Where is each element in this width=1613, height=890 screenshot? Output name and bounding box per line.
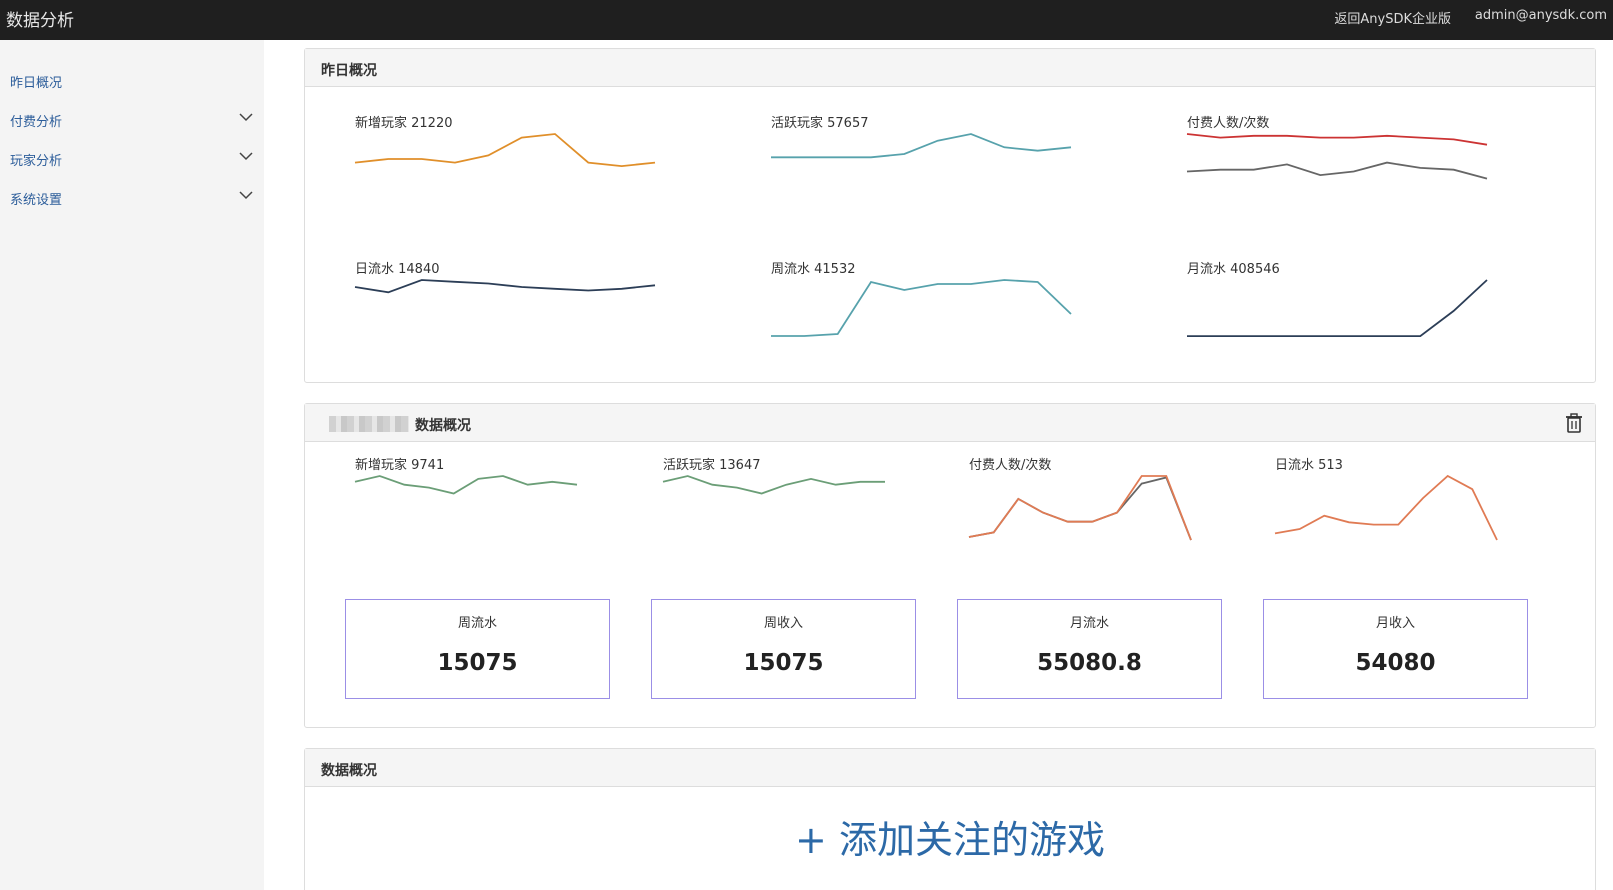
stat-label: 周收入 — [763, 616, 803, 631]
sparkline-series-line — [968, 476, 1192, 541]
sparkline-label: 周流水 41532 — [771, 262, 856, 277]
sparkline-chart — [1274, 474, 1498, 541]
sparkline-series-line — [354, 133, 656, 168]
stat-card-weekly-income: 周收入 15075 — [651, 599, 916, 699]
sparkline-chart — [1187, 279, 1488, 337]
sparkline-series-line — [1274, 474, 1498, 541]
trash-icon[interactable] — [1565, 413, 1583, 433]
panel-add-game: 数据概况 + 添加关注的游戏 — [304, 748, 1596, 890]
sparkline-label: 付费人数/次数 — [969, 458, 1052, 473]
stat-value: 15075 — [743, 650, 824, 676]
panel-title: 数据概况 — [321, 763, 377, 779]
sidebar-item-label: 付费分析 — [10, 115, 63, 130]
panel-header: 数据概况 — [305, 749, 1595, 787]
stat-card-monthly-flow: 月流水 55080.8 — [957, 599, 1222, 699]
sparkline-series-line — [771, 133, 1072, 159]
sparkline-series-line — [354, 475, 578, 495]
sidebar-item-label: 玩家分析 — [10, 154, 63, 169]
sidebar-item-players[interactable]: 玩家分析 — [10, 146, 254, 170]
stat-card-monthly-income: 月收入 54080 — [1263, 599, 1528, 699]
app-title: 数据分析 — [6, 11, 74, 31]
top-bar: 数据分析 返回AnySDK企业版 admin@anysdk.com — [0, 0, 1613, 40]
sparkline-chart — [662, 475, 885, 495]
sparkline-label: 新增玩家 21220 — [355, 116, 453, 131]
sidebar-item-payment[interactable]: 付费分析 — [10, 107, 254, 131]
sidebar-item-label: 系统设置 — [10, 193, 63, 208]
sidebar-item-label: 昨日概况 — [10, 76, 63, 91]
sparkline-chart — [354, 475, 578, 495]
panel-header: 昨日概况 — [305, 49, 1595, 87]
chevron-down-icon — [239, 191, 253, 200]
sparkline-series-line — [968, 475, 1192, 541]
sidebar: 昨日概况 付费分析 玩家分析 系统设置 — [0, 40, 264, 890]
sidebar-item-yesterday[interactable]: 昨日概况 — [10, 68, 254, 92]
chevron-down-icon — [239, 152, 253, 161]
sparkline-chart — [771, 279, 1072, 337]
panel-game-overview: 数据概况 新增玩家 9741 活跃玩家 13647 付费人数/次数 日流水 51… — [304, 403, 1596, 728]
panel-yesterday-overview: 昨日概况 新增玩家 21220 活跃玩家 57657 付费人数/次数 日流水 1… — [304, 48, 1596, 383]
redacted-game-name — [329, 416, 409, 432]
stat-label: 月流水 — [1069, 616, 1109, 631]
add-followed-game-button[interactable]: + 添加关注的游戏 — [305, 809, 1595, 864]
sparkline-chart — [771, 133, 1072, 159]
chevron-down-icon — [239, 113, 253, 122]
sparkline-chart — [968, 475, 1192, 541]
sparkline-label: 活跃玩家 57657 — [771, 116, 869, 131]
sparkline-label: 活跃玩家 13647 — [663, 458, 761, 473]
sparkline-label: 新增玩家 9741 — [355, 458, 445, 473]
sparkline-series-line — [1186, 161, 1488, 180]
stat-value: 15075 — [437, 650, 518, 676]
sparkline-label: 月流水 408546 — [1187, 262, 1280, 277]
panel-title: 数据概况 — [415, 418, 471, 434]
stat-card-weekly-flow: 周流水 15075 — [345, 599, 610, 699]
sparkline-chart — [354, 279, 656, 294]
sparkline-label: 日流水 513 — [1275, 458, 1343, 473]
main-content: 昨日概况 新增玩家 21220 活跃玩家 57657 付费人数/次数 日流水 1… — [264, 40, 1613, 890]
sparkline-series-line — [1186, 133, 1488, 146]
sparkline-chart — [354, 133, 656, 168]
stat-value: 55080.8 — [1037, 650, 1142, 676]
sparkline-series-line — [771, 279, 1072, 337]
panel-title: 昨日概况 — [321, 63, 377, 79]
stat-value: 54080 — [1355, 650, 1436, 676]
panel-header: 数据概况 — [305, 404, 1595, 442]
sparkline-chart — [1186, 133, 1488, 180]
sparkline-series-line — [354, 279, 656, 294]
stat-label: 月收入 — [1375, 616, 1415, 631]
sparkline-series-line — [1187, 279, 1488, 337]
sidebar-item-settings[interactable]: 系统设置 — [10, 185, 254, 209]
sparkline-label: 日流水 14840 — [355, 262, 440, 277]
sparkline-label: 付费人数/次数 — [1187, 116, 1270, 131]
user-account-link[interactable]: admin@anysdk.com — [1475, 8, 1607, 23]
stat-label: 周流水 — [457, 616, 497, 631]
back-to-enterprise-link[interactable]: 返回AnySDK企业版 — [1334, 8, 1451, 27]
sparkline-series-line — [662, 475, 885, 495]
